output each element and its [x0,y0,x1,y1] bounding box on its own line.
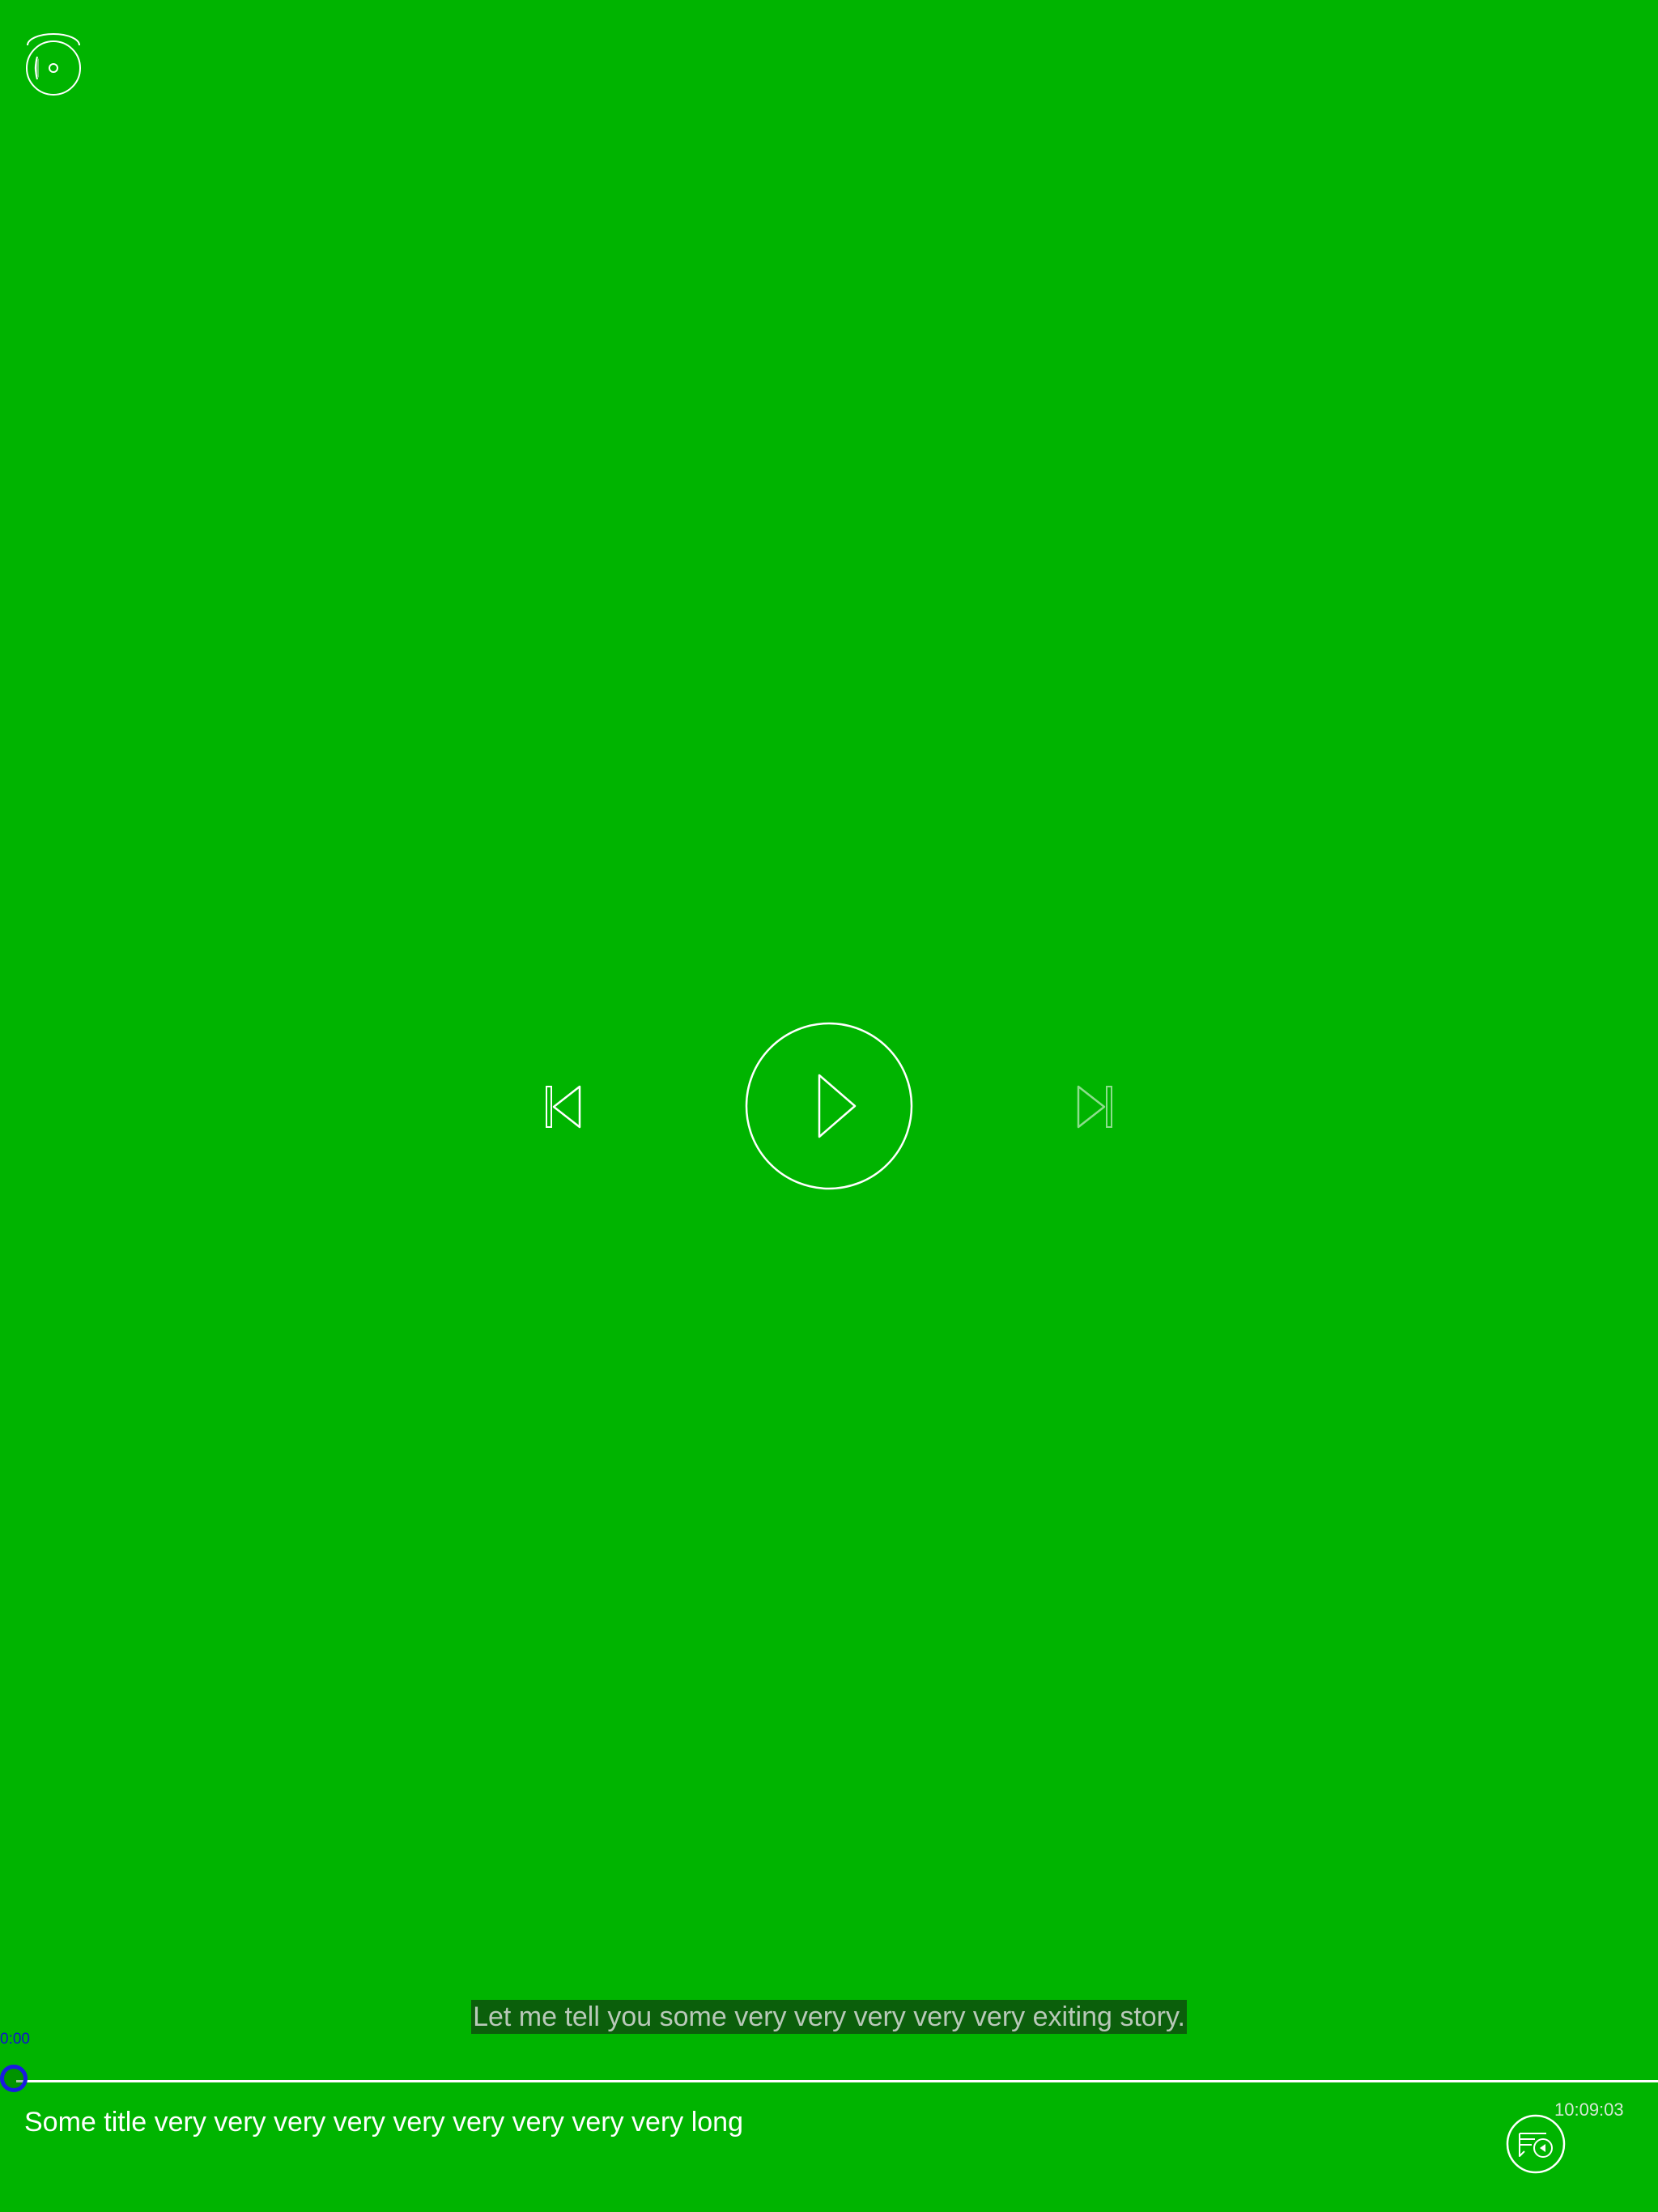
skip-previous-icon [546,1085,581,1129]
elapsed-time: 0:00 [0,2031,30,2048]
previous-button[interactable] [544,1083,583,1130]
subtitle-caption: Let me tell you some very very very very… [0,2000,1658,2034]
progress-knob[interactable] [0,2065,28,2092]
skip-next-icon [1077,1085,1112,1129]
subtitle-text: Let me tell you some very very very very… [471,2000,1187,2034]
track-title: Some title very very very very very very… [24,2107,744,2138]
progress-track[interactable] [16,2080,1658,2082]
play-button[interactable] [745,1022,913,1190]
play-icon [745,1022,913,1190]
video-settings-icon [26,33,81,96]
audio-description-button[interactable] [1506,2114,1566,2174]
audio-description-icon [1506,2114,1566,2174]
top-control-button[interactable] [24,31,83,97]
next-button[interactable] [1075,1083,1114,1130]
